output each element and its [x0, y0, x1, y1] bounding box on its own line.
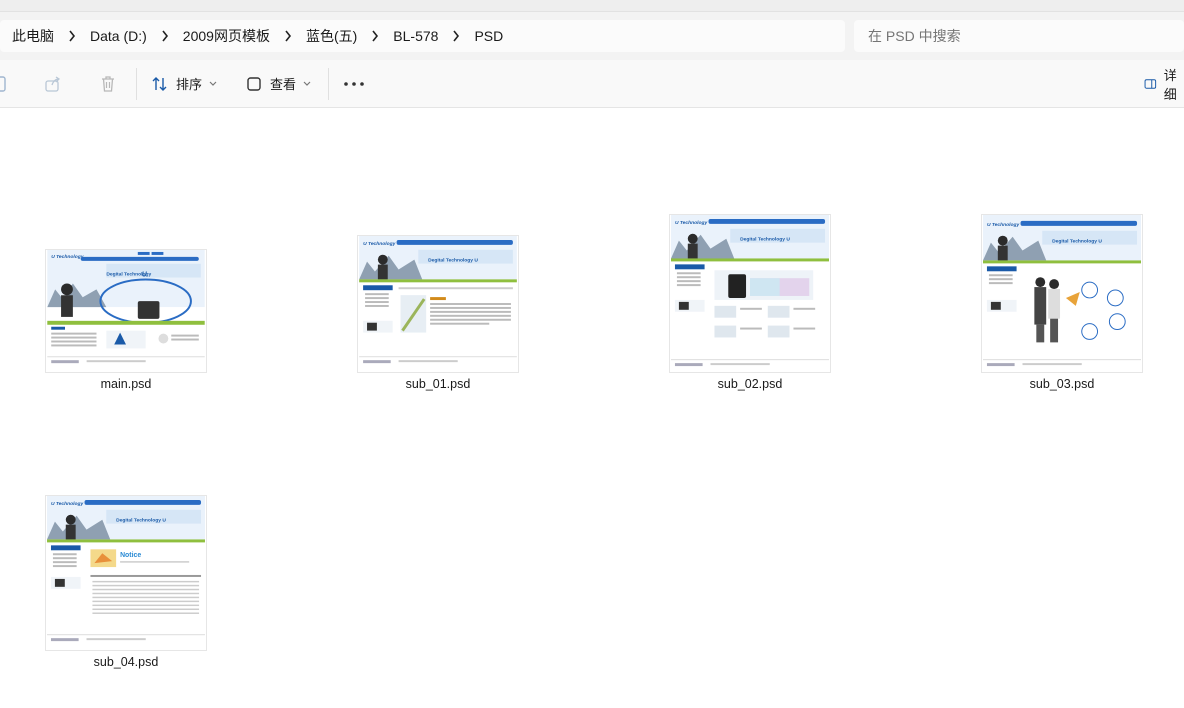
share-icon[interactable]	[36, 67, 70, 101]
more-options-icon[interactable]	[335, 67, 373, 101]
thumbnail-image: U Technology Degital Technology U Notice	[45, 495, 207, 651]
file-name: sub_02.psd	[717, 377, 783, 391]
details-label: 详细	[1163, 68, 1177, 102]
chevron-right-icon[interactable]	[151, 30, 179, 42]
chevron-right-icon[interactable]	[58, 30, 86, 42]
thumb-notice: Notice	[120, 552, 141, 559]
toolbar-divider	[328, 67, 330, 100]
svg-text:Degital Technology U: Degital Technology U	[1052, 239, 1102, 245]
view-label: 查看	[270, 77, 297, 92]
thumb-brand: U Technology	[51, 254, 84, 260]
file-view: U Technology Degital Technology U main.p…	[0, 109, 1184, 708]
svg-text:U Technology: U Technology	[675, 220, 708, 226]
thumbnail-image: U Technology Degital Technology U	[357, 235, 519, 373]
chevron-right-icon[interactable]	[361, 30, 389, 42]
file-item[interactable]: U Technology Degital Technology U sub_01…	[353, 235, 523, 391]
delete-icon[interactable]	[92, 67, 124, 101]
file-item[interactable]: U Technology Degital Technology U main.p…	[41, 249, 211, 391]
copy-icon[interactable]	[0, 67, 10, 101]
details-pane-button[interactable]: 详细	[1136, 67, 1184, 102]
thumbnail-image: U Technology Degital Technology U	[669, 214, 831, 373]
chevron-right-icon[interactable]	[274, 30, 302, 42]
breadcrumb-item-blue-five[interactable]: 蓝色(五)	[302, 26, 361, 46]
breadcrumb[interactable]: 此电脑 Data (D:) 2009网页模板 蓝色(五) BL-578 PSD	[0, 20, 845, 52]
chevron-down-icon	[209, 81, 217, 86]
sort-button[interactable]: 排序	[143, 67, 226, 101]
toolbar-divider	[136, 67, 137, 100]
file-name: sub_04.psd	[93, 655, 159, 669]
address-bar: 此电脑 Data (D:) 2009网页模板 蓝色(五) BL-578 PSD	[0, 12, 1184, 60]
svg-text:Degital Technology U: Degital Technology U	[740, 237, 790, 243]
file-name: main.psd	[100, 377, 152, 391]
thumbnail-image: U Technology Degital Technology U	[45, 249, 207, 373]
file-item[interactable]: U Technology Degital Technology U sub_03…	[977, 214, 1147, 391]
file-item[interactable]: U Technology Degital Technology U sub_02…	[665, 214, 835, 391]
breadcrumb-item-bl578[interactable]: BL-578	[389, 28, 442, 44]
window-top-strip	[0, 0, 1184, 12]
svg-text:Degital Technology U: Degital Technology U	[428, 258, 478, 264]
thumbnail-image: U Technology Degital Technology U	[981, 214, 1143, 373]
command-bar: 排序 查看 详细	[0, 60, 1184, 108]
chevron-right-icon[interactable]	[442, 30, 470, 42]
svg-text:U Technology: U Technology	[51, 501, 84, 507]
file-name: sub_01.psd	[405, 377, 471, 391]
chevron-down-icon	[303, 81, 311, 86]
breadcrumb-item-this-pc[interactable]: 此电脑	[8, 26, 58, 46]
breadcrumb-item-data-drive[interactable]: Data (D:)	[86, 28, 151, 44]
svg-text:U Technology: U Technology	[987, 222, 1020, 228]
details-pane-icon	[1144, 79, 1157, 89]
breadcrumb-item-templates[interactable]: 2009网页模板	[179, 26, 274, 46]
view-button[interactable]: 查看	[238, 67, 320, 101]
breadcrumb-item-psd[interactable]: PSD	[470, 28, 507, 44]
sort-icon	[152, 76, 167, 91]
svg-text:U Technology: U Technology	[363, 241, 396, 247]
file-item[interactable]: U Technology Degital Technology U Notice…	[41, 495, 211, 669]
search-input[interactable]	[854, 20, 1184, 52]
svg-text:Degital Technology U: Degital Technology U	[116, 518, 166, 524]
sort-label: 排序	[176, 77, 203, 92]
view-icon	[247, 76, 261, 91]
file-name: sub_03.psd	[1029, 377, 1095, 391]
